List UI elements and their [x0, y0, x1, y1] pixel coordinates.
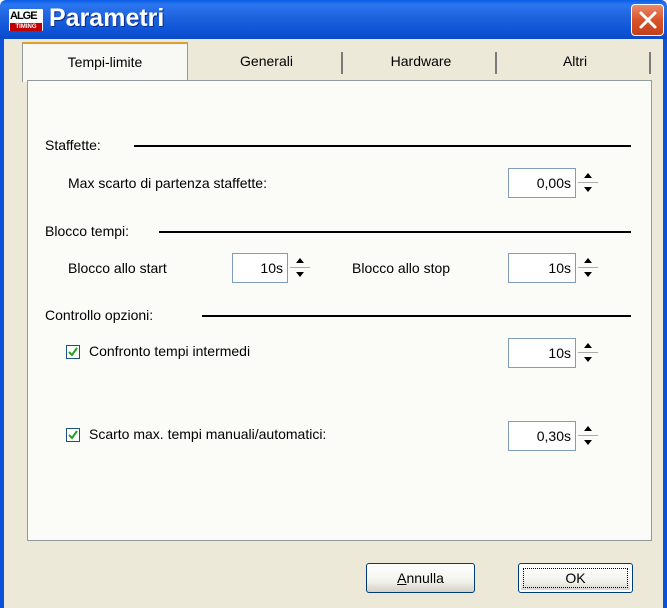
- section-heading-blocco-tempi: Blocco tempi:: [45, 223, 130, 239]
- section-divider: [134, 145, 631, 147]
- ok-button[interactable]: OK: [518, 563, 633, 593]
- scarto-label[interactable]: Scarto max. tempi manuali/automatici:: [89, 426, 326, 442]
- spin-down-button[interactable]: [578, 268, 598, 282]
- spin-down-button[interactable]: [578, 353, 598, 367]
- tab-separator: [495, 52, 497, 74]
- max-scarto-label: Max scarto di partenza staffette:: [68, 175, 267, 191]
- cancel-button[interactable]: Annulla: [366, 563, 475, 593]
- focus-rectangle: [523, 568, 628, 588]
- confronto-spin-buttons: [578, 339, 598, 367]
- spin-up-button[interactable]: [578, 339, 598, 353]
- tab-separator: [649, 52, 651, 74]
- spin-down-button[interactable]: [578, 183, 598, 197]
- blocco-start-spin-buttons: [290, 254, 310, 282]
- max-scarto-spin-buttons: [578, 169, 598, 197]
- close-icon: [639, 11, 657, 29]
- tab-generali[interactable]: Generali: [190, 46, 343, 80]
- spin-down-button[interactable]: [578, 436, 598, 450]
- blocco-stop-input[interactable]: 10s: [508, 253, 576, 283]
- confronto-label[interactable]: Confronto tempi intermedi: [89, 343, 250, 359]
- scarto-spinner: 0,30s: [508, 421, 606, 451]
- app-logo-icon: ALGE TIMING: [9, 9, 43, 31]
- max-scarto-input[interactable]: 0,00s: [508, 168, 576, 198]
- spin-up-button[interactable]: [290, 254, 310, 268]
- logo-bottom-text: TIMING: [10, 23, 42, 31]
- blocco-stop-label: Blocco allo stop: [352, 260, 451, 276]
- checkmark-icon: [68, 430, 78, 440]
- tab-tempi-limite[interactable]: Tempi-limite: [22, 42, 188, 82]
- tab-hardware[interactable]: Hardware: [345, 46, 497, 80]
- spin-up-button[interactable]: [578, 422, 598, 436]
- spin-up-button[interactable]: [578, 169, 598, 183]
- close-button[interactable]: [631, 4, 664, 36]
- confronto-checkbox[interactable]: [66, 345, 80, 359]
- tab-label: Hardware: [390, 53, 452, 69]
- logo-top-text: ALGE: [10, 10, 38, 22]
- blocco-start-input[interactable]: 10s: [232, 253, 288, 283]
- title-bar[interactable]: ALGE TIMING Parametri: [0, 0, 667, 39]
- blocco-stop-spinner: 10s: [508, 253, 606, 283]
- scarto-input[interactable]: 0,30s: [508, 421, 576, 451]
- tab-label: Altri: [562, 53, 588, 69]
- blocco-stop-spin-buttons: [578, 254, 598, 282]
- section-divider: [202, 315, 631, 317]
- section-heading-controllo-opzioni: Controllo opzioni:: [45, 307, 154, 323]
- section-heading-staffette: Staffette:: [45, 137, 101, 153]
- tab-altri[interactable]: Altri: [499, 46, 651, 80]
- spin-down-button[interactable]: [290, 268, 310, 282]
- scarto-checkbox[interactable]: [66, 428, 80, 442]
- confronto-spinner: 10s: [508, 338, 606, 368]
- tab-label: Generali: [240, 53, 293, 69]
- spin-up-button[interactable]: [578, 254, 598, 268]
- blocco-start-label: Blocco allo start: [68, 260, 167, 276]
- dialog-window: ALGE TIMING Parametri Tempi-limite Gener…: [0, 0, 667, 608]
- tab-separator: [341, 52, 343, 74]
- checkmark-icon: [68, 347, 78, 357]
- tab-label: Tempi-limite: [67, 54, 143, 70]
- confronto-input[interactable]: 10s: [508, 338, 576, 368]
- window-title: Parametri: [49, 4, 165, 32]
- max-scarto-spinner: 0,00s: [508, 168, 606, 198]
- section-divider: [159, 231, 631, 233]
- blocco-start-spinner: 10s: [232, 253, 316, 283]
- scarto-spin-buttons: [578, 422, 598, 450]
- cancel-label: nnulla: [406, 570, 444, 586]
